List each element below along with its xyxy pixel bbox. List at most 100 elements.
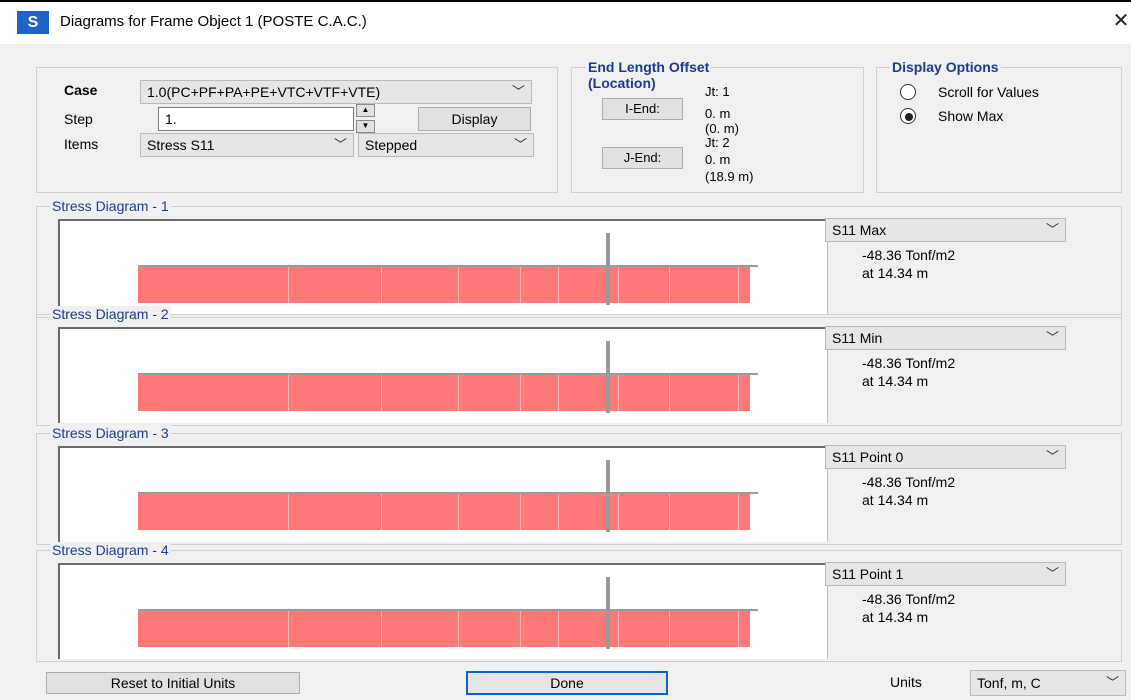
- segment-divider: [669, 611, 670, 647]
- component-value: S11 Max: [832, 222, 887, 238]
- component-select[interactable]: S11 Max ﹀: [825, 218, 1066, 242]
- segment-divider: [288, 375, 289, 411]
- jend-joint: Jt: 2: [705, 135, 730, 150]
- mode-select[interactable]: Stepped ﹀: [358, 133, 534, 157]
- case-label: Case: [64, 82, 98, 98]
- chevron-down-icon: ﹀: [333, 137, 347, 152]
- segment-divider: [288, 267, 289, 303]
- segment-divider: [458, 611, 459, 647]
- segment-divider: [618, 375, 619, 411]
- show-max-label[interactable]: Show Max: [938, 108, 1003, 124]
- segment-divider: [618, 267, 619, 303]
- window-title: Diagrams for Frame Object 1 (POSTE C.A.C…: [60, 13, 367, 30]
- component-value: S11 Point 1: [832, 566, 904, 582]
- baseline: [138, 265, 758, 267]
- end-offset-subtitle: (Location): [586, 75, 658, 91]
- iend-button[interactable]: I-End:: [602, 98, 683, 120]
- step-label: Step: [64, 111, 93, 127]
- stress-fill: [138, 267, 750, 303]
- baseline: [138, 492, 758, 494]
- stress-diagram-title: Stress Diagram - 4: [50, 542, 171, 558]
- step-up-icon[interactable]: ▲: [356, 104, 375, 117]
- segment-divider: [618, 494, 619, 530]
- segment-divider: [558, 611, 559, 647]
- display-button[interactable]: Display: [418, 107, 531, 131]
- chevron-down-icon: ﹀: [1045, 222, 1059, 237]
- scroll-values-label[interactable]: Scroll for Values: [938, 84, 1039, 100]
- iend-length: 0. m: [705, 106, 731, 121]
- segment-divider: [381, 375, 382, 411]
- segment-divider: [738, 267, 739, 303]
- result-location: at 14.34 m: [862, 373, 929, 389]
- result-value: -48.36 Tonf/m2: [862, 247, 956, 263]
- stress-diagram-plot: [58, 563, 828, 659]
- segment-divider: [288, 611, 289, 647]
- segment-divider: [558, 494, 559, 530]
- items-select[interactable]: Stress S11 ﹀: [140, 133, 354, 157]
- mode-value: Stepped: [365, 137, 418, 153]
- step-down-icon[interactable]: ▼: [356, 120, 375, 133]
- result-value: -48.36 Tonf/m2: [862, 355, 956, 371]
- chevron-down-icon: ﹀: [513, 137, 527, 152]
- reset-units-button[interactable]: Reset to Initial Units: [46, 672, 300, 694]
- units-value: Tonf, m, C: [977, 675, 1041, 691]
- app-icon: S: [17, 11, 49, 34]
- stress-diagram-plot: [58, 446, 828, 542]
- items-value: Stress S11: [147, 137, 215, 153]
- max-location-marker: [606, 460, 610, 532]
- segment-divider: [669, 375, 670, 411]
- chevron-down-icon: ﹀: [1045, 566, 1059, 581]
- max-location-marker: [606, 233, 610, 305]
- segment-divider: [381, 494, 382, 530]
- segment-divider: [669, 267, 670, 303]
- stress-diagram-title: Stress Diagram - 1: [50, 198, 171, 214]
- segment-divider: [381, 611, 382, 647]
- stress-diagram-title: Stress Diagram - 3: [50, 425, 171, 441]
- chevron-down-icon: ﹀: [511, 84, 525, 99]
- result-location: at 14.34 m: [862, 492, 929, 508]
- units-label: Units: [890, 674, 922, 690]
- scroll-values-radio[interactable]: [900, 84, 916, 100]
- segment-divider: [288, 494, 289, 530]
- stress-bar: [138, 609, 758, 647]
- segment-divider: [558, 375, 559, 411]
- case-value: 1.0(PC+PF+PA+PE+VTC+VTF+VTE): [147, 84, 381, 100]
- segment-divider: [669, 494, 670, 530]
- result-value: -48.36 Tonf/m2: [862, 474, 956, 490]
- max-location-marker: [606, 577, 610, 649]
- component-select[interactable]: S11 Min ﹀: [825, 326, 1066, 350]
- max-location-marker: [606, 341, 610, 413]
- step-input[interactable]: 1.: [158, 107, 354, 131]
- segment-divider: [520, 375, 521, 411]
- result-value: -48.36 Tonf/m2: [862, 591, 956, 607]
- iend-location: (0. m): [705, 121, 739, 136]
- end-offset-title: End Length Offset: [586, 59, 712, 75]
- jend-button[interactable]: J-End:: [602, 147, 683, 169]
- show-max-radio[interactable]: [900, 108, 916, 124]
- jend-length: 0. m: [705, 152, 731, 167]
- component-select[interactable]: S11 Point 1 ﹀: [825, 562, 1066, 586]
- segment-divider: [520, 494, 521, 530]
- component-select[interactable]: S11 Point 0 ﹀: [825, 445, 1066, 469]
- stress-bar: [138, 492, 758, 530]
- segment-divider: [738, 375, 739, 411]
- stress-bar: [138, 373, 758, 411]
- units-select[interactable]: Tonf, m, C ﹀: [970, 670, 1126, 696]
- stress-fill: [138, 611, 750, 647]
- items-label: Items: [64, 136, 99, 152]
- stress-diagram-plot: [58, 219, 828, 315]
- baseline: [138, 373, 758, 375]
- segment-divider: [520, 267, 521, 303]
- result-location: at 14.34 m: [862, 265, 929, 281]
- case-select[interactable]: 1.0(PC+PF+PA+PE+VTC+VTF+VTE) ﹀: [140, 80, 532, 104]
- done-button[interactable]: Done: [466, 671, 668, 695]
- chevron-down-icon: ﹀: [1045, 330, 1059, 345]
- stress-fill: [138, 494, 750, 530]
- close-icon[interactable]: ✕: [1110, 10, 1131, 34]
- stress-diagram-plot: [58, 327, 828, 423]
- jend-location: (18.9 m): [705, 169, 754, 184]
- segment-divider: [458, 267, 459, 303]
- chevron-down-icon: ﹀: [1045, 449, 1059, 464]
- segment-divider: [738, 611, 739, 647]
- stress-bar: [138, 265, 758, 303]
